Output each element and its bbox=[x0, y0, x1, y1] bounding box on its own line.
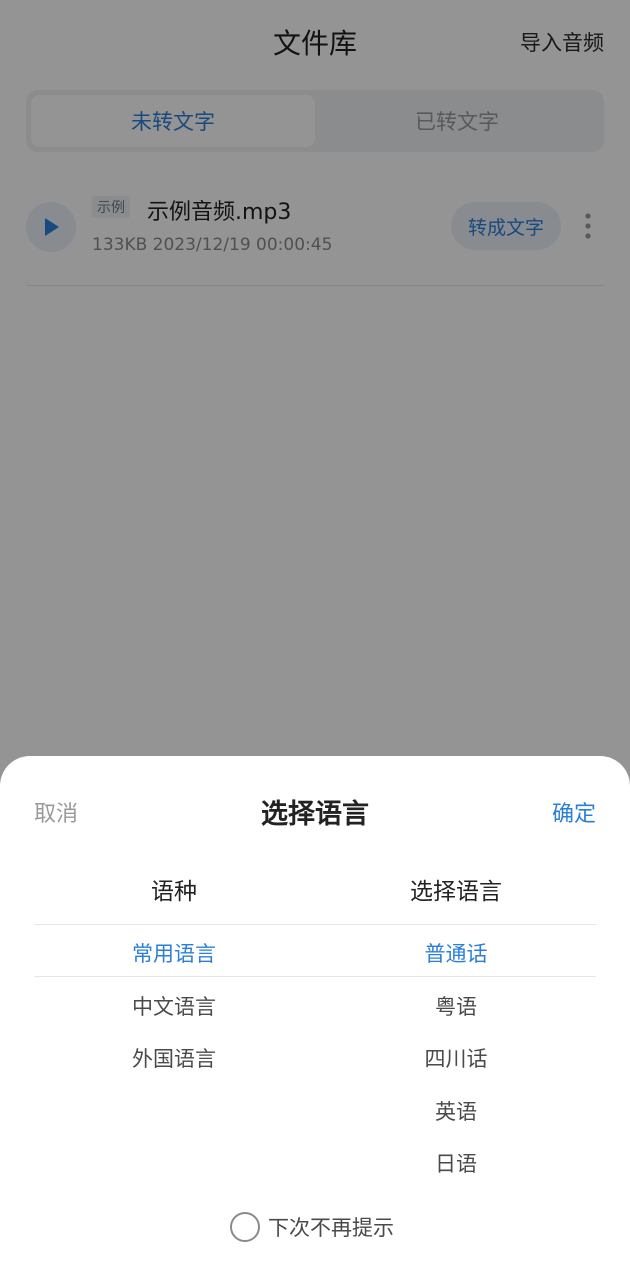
picker-option-sichuanese[interactable]: 四川话 bbox=[356, 1033, 556, 1086]
picker-option-chinese[interactable]: 中文语言 bbox=[74, 981, 274, 1034]
language-select-sheet: 取消 选择语言 确定 语种 选择语言 常用语言 中文语言 外国语言 普通话 粤语… bbox=[0, 756, 630, 1280]
picker-option-foreign[interactable]: 外国语言 bbox=[74, 1033, 274, 1086]
no-remind-label: 下次不再提示 bbox=[268, 1216, 394, 1240]
no-remind-toggle[interactable]: 下次不再提示 bbox=[230, 1212, 394, 1242]
language-type-header: 语种 bbox=[151, 879, 197, 905]
picker-option-japanese[interactable]: 日语 bbox=[356, 1138, 556, 1191]
picker-selection-top-divider bbox=[34, 924, 596, 925]
picker-option-cantonese[interactable]: 粤语 bbox=[356, 981, 556, 1034]
language-picker[interactable]: 普通话 粤语 四川话 英语 日语 bbox=[356, 928, 556, 1191]
confirm-button[interactable]: 确定 bbox=[552, 796, 596, 828]
language-type-picker[interactable]: 常用语言 中文语言 外国语言 bbox=[74, 928, 274, 1086]
picker-option-english[interactable]: 英语 bbox=[356, 1086, 556, 1139]
sheet-title: 选择语言 bbox=[261, 799, 369, 830]
radio-unchecked-icon[interactable] bbox=[230, 1212, 260, 1242]
picker-option-mandarin[interactable]: 普通话 bbox=[356, 928, 556, 981]
language-header: 选择语言 bbox=[410, 879, 502, 905]
picker-option-common[interactable]: 常用语言 bbox=[74, 928, 274, 981]
